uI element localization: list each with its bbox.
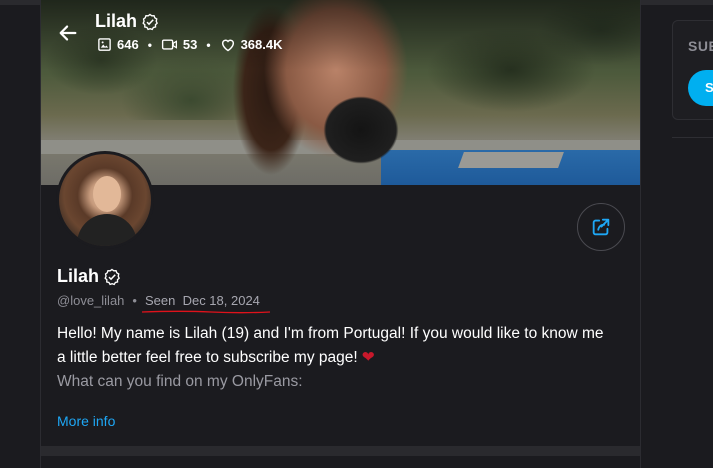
share-icon bbox=[592, 218, 610, 236]
image-icon bbox=[98, 38, 111, 51]
photos-count: 646 bbox=[97, 37, 139, 52]
section-divider bbox=[41, 446, 640, 456]
heart-icon bbox=[221, 39, 234, 52]
back-button[interactable] bbox=[55, 20, 81, 46]
verified-icon bbox=[142, 13, 158, 30]
subscribe-button[interactable]: S bbox=[688, 70, 713, 106]
subscription-panel: SUB S bbox=[672, 20, 713, 120]
verified-icon bbox=[104, 268, 120, 285]
avatar[interactable] bbox=[56, 151, 154, 249]
profile-name: Lilah bbox=[57, 266, 121, 287]
share-button[interactable] bbox=[577, 203, 625, 251]
handle-row: @love_lilah • Seen Dec 18, 2024 bbox=[57, 293, 271, 314]
red-underline-annotation bbox=[141, 310, 271, 314]
last-seen: Seen Dec 18, 2024 bbox=[141, 293, 271, 314]
likes-count: 368.4K bbox=[220, 37, 283, 52]
cover-profile-name: Lilah bbox=[95, 11, 159, 32]
username: @love_lilah bbox=[57, 293, 125, 308]
video-icon bbox=[161, 39, 177, 50]
profile-bio: Hello! My name is Lilah (19) and I'm fro… bbox=[57, 325, 604, 390]
profile-column: Lilah 646 • 53 • 368.4K Lilah @love_lila… bbox=[40, 0, 641, 468]
more-info-link[interactable]: More info bbox=[57, 413, 115, 429]
panel-divider bbox=[672, 137, 713, 138]
profile-stats: 646 • 53 • 368.4K bbox=[97, 37, 283, 52]
red-heart-emoji: ❤ bbox=[361, 349, 375, 366]
videos-count: 53 bbox=[161, 37, 197, 52]
subscription-title: SUB bbox=[688, 38, 713, 54]
back-arrow-icon bbox=[59, 25, 77, 41]
